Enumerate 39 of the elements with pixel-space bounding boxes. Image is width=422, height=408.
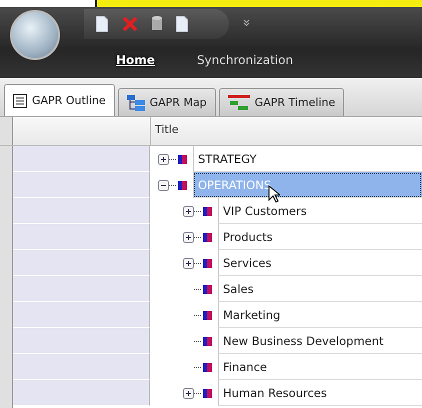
item-square-icon: [203, 336, 212, 346]
document-tab[interactable]: GAPR Timeline: [218, 88, 344, 116]
tree-item[interactable]: Sales: [218, 276, 422, 302]
list-icon: [13, 94, 27, 108]
ribbon-tab[interactable]: Synchronization: [190, 51, 300, 69]
item-square-icon: [203, 284, 212, 294]
expand-icon[interactable]: [158, 154, 169, 164]
item-square-icon: [178, 180, 187, 190]
expand-icon[interactable]: [183, 388, 194, 398]
tree-item[interactable]: Products: [218, 224, 422, 250]
document-tab[interactable]: GAPR Outline: [4, 84, 115, 116]
expand-icon[interactable]: [183, 232, 194, 242]
item-square-icon: [203, 206, 212, 216]
item-square-icon: [203, 232, 212, 242]
tree-item[interactable]: Finance: [218, 354, 422, 380]
dropdown-chevron-icon[interactable]: [243, 19, 250, 26]
tree-item[interactable]: STRATEGY: [193, 146, 422, 172]
tree-item[interactable]: VIP Customers: [218, 198, 422, 224]
document-icon[interactable]: [96, 16, 108, 32]
item-square-icon: [203, 388, 212, 398]
item-square-icon: [203, 310, 212, 320]
hierarchy-icon: [126, 94, 145, 110]
item-square-icon: [203, 258, 212, 268]
tree-item[interactable]: Marketing: [218, 302, 422, 328]
tree-item[interactable]: Human Resources: [218, 380, 422, 406]
application-orb-button[interactable]: [10, 10, 60, 60]
document-icon[interactable]: [176, 16, 188, 32]
document-tab[interactable]: GAPR Map: [118, 88, 216, 116]
ribbon-tab[interactable]: Home: [110, 51, 161, 69]
expand-icon[interactable]: [183, 258, 194, 268]
database-icon[interactable]: [152, 16, 162, 32]
tree-item[interactable]: New Business Development: [218, 328, 422, 354]
column-header[interactable]: Title: [151, 117, 422, 145]
timeline-icon: [228, 94, 250, 110]
collapse-icon[interactable]: [158, 180, 169, 190]
tree-item[interactable]: Services: [218, 250, 422, 276]
item-square-icon: [203, 362, 212, 372]
item-square-icon: [178, 154, 187, 164]
expand-icon[interactable]: [183, 206, 194, 216]
